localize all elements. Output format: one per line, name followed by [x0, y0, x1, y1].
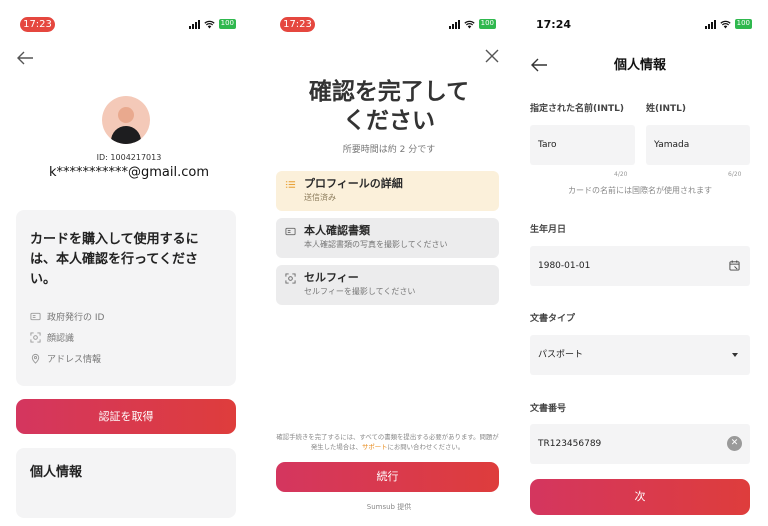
requirement-item: アドレス情報: [30, 348, 222, 369]
wifi-icon: [204, 20, 215, 29]
given-name-counter: 4/20: [614, 171, 628, 178]
signal-icon: [704, 19, 716, 29]
signal-icon: [448, 19, 460, 29]
requirement-item: 政府発行の ID: [30, 306, 222, 327]
battery-icon: 100: [218, 19, 236, 29]
page-title: 確認を完了して ください: [308, 79, 470, 134]
requirement-item: 顔認識: [30, 327, 222, 348]
given-name-input[interactable]: Taro: [530, 125, 635, 165]
step-profile-details[interactable]: プロフィールの詳細 送信済み: [276, 171, 499, 211]
requirement-list: 政府発行の ID 顔認識 アドレス情報: [30, 306, 222, 369]
continue-button[interactable]: 続行: [276, 462, 499, 492]
verification-card: カードを購入して使用するには、本人確認を行ってください。 政府発行の ID 顔認…: [16, 210, 236, 386]
given-name-label: 指定された名前(INTL): [530, 104, 624, 114]
document-number-input[interactable]: TR123456789 ✕: [530, 424, 750, 464]
face-scan-icon: [285, 273, 296, 284]
step-title: セルフィー: [304, 271, 359, 284]
dob-value: 1980-01-01: [538, 261, 591, 271]
status-time: 17:24: [536, 18, 572, 31]
list-icon: [285, 181, 296, 188]
wifi-icon: [464, 20, 475, 29]
chevron-down-icon: [732, 353, 738, 357]
close-icon[interactable]: [484, 48, 500, 64]
submission-notice: 確認手続きを完了するには、すべての書類を提出する必要があります。問題が発生した場…: [276, 433, 499, 451]
surname-counter: 6/20: [728, 171, 742, 178]
personal-info-card[interactable]: 個人情報: [16, 448, 236, 518]
document-type-select[interactable]: パスポート: [530, 335, 750, 375]
id-card-icon: [30, 312, 41, 321]
surname-input[interactable]: Yamada: [646, 125, 750, 165]
avatar: [102, 96, 150, 144]
step-title: プロフィールの詳細: [304, 177, 403, 190]
signal-icon: [188, 19, 200, 29]
support-link[interactable]: サポート: [362, 443, 388, 451]
status-time: 17:23: [280, 17, 315, 32]
dob-input[interactable]: 1980-01-01: [530, 246, 750, 286]
user-id: ID: 1004217013: [96, 153, 162, 162]
dob-label: 生年月日: [530, 225, 567, 235]
personal-info-screen: 17:24 100 個人情報 指定された名前(INTL) 姓(INTL) Tar…: [522, 0, 768, 526]
personal-info-heading: 個人情報: [30, 465, 83, 480]
calendar-icon[interactable]: [729, 260, 740, 271]
clear-icon[interactable]: ✕: [727, 436, 742, 451]
user-email: k***********@gmail.com: [48, 165, 210, 180]
status-icons: 100: [448, 18, 496, 30]
page-title: 個人情報: [613, 58, 666, 73]
step-identity-document[interactable]: 本人確認書類 本人確認書類の写真を撮影してください: [276, 218, 499, 258]
document-type-label: 文書タイプ: [530, 314, 576, 324]
verification-overview-screen: 17:23 100 ID: 1004217013 k***********@gm…: [6, 0, 252, 526]
location-pin-icon: [31, 353, 40, 364]
battery-icon: 100: [734, 19, 752, 29]
step-subtitle: 送信済み: [304, 193, 336, 202]
id-card-icon: [285, 227, 296, 236]
document-type-value: パスポート: [538, 350, 584, 360]
status-time: 17:23: [20, 17, 55, 32]
document-number-label: 文書番号: [530, 404, 567, 414]
step-selfie[interactable]: セルフィー セルフィーを撮影してください: [276, 265, 499, 305]
powered-by: Sumsub 提供: [366, 503, 412, 511]
document-number-value: TR123456789: [538, 439, 602, 449]
battery-icon: 100: [478, 19, 496, 29]
verification-steps-screen: 17:23 100 確認を完了して ください 所要時間は約 2 分です プロフィ…: [266, 0, 512, 526]
face-scan-icon: [30, 332, 41, 343]
wifi-icon: [720, 20, 731, 29]
status-icons: 100: [704, 18, 752, 30]
step-title: 本人確認書類: [304, 224, 370, 237]
duration-text: 所要時間は約 2 分です: [342, 145, 436, 155]
verification-prompt: カードを購入して使用するには、本人確認を行ってください。: [30, 232, 199, 287]
surname-label: 姓(INTL): [646, 104, 686, 114]
step-subtitle: 本人確認書類の写真を撮影してください: [304, 240, 448, 249]
step-subtitle: セルフィーを撮影してください: [304, 287, 416, 296]
name-hint: カードの名前には国際名が使用されます: [568, 186, 712, 195]
get-verified-button[interactable]: 認証を取得: [16, 399, 236, 434]
next-button[interactable]: 次: [530, 479, 750, 515]
status-icons: 100: [188, 18, 236, 30]
back-arrow-icon[interactable]: [16, 50, 34, 66]
